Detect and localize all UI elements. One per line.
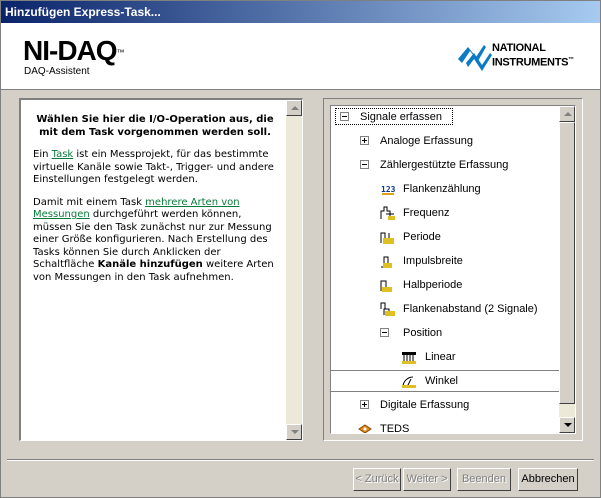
tree-label: Digitale Erfassung <box>380 399 470 411</box>
tree-label: Analoge Erfassung <box>380 135 473 147</box>
period-icon <box>380 232 394 244</box>
tree-scrollbar[interactable] <box>559 106 575 433</box>
tree-label: TEDS <box>380 423 410 434</box>
edge-count-icon: 123 <box>381 184 396 195</box>
tree-node-semi-period[interactable]: Halbperiode <box>331 275 561 295</box>
collapse-icon <box>380 328 389 337</box>
two-edge-separation-icon <box>380 302 395 316</box>
help-text: Wählen Sie hier die I/O-Operation aus, d… <box>33 114 277 294</box>
help-scrollbar[interactable] <box>286 100 302 440</box>
tree-label: Flankenzählung <box>403 183 481 195</box>
logo-tm: ™ <box>568 57 574 63</box>
product-name: NI-DAQ™ <box>23 35 125 66</box>
tree-label: Impulsbreite <box>403 255 463 267</box>
tree-label: Winkel <box>425 375 459 387</box>
next-button[interactable]: Weiter > <box>403 468 451 491</box>
scroll-down-button[interactable] <box>286 424 302 440</box>
arrow-down-icon <box>291 430 299 434</box>
angular-encoder-icon <box>402 376 416 388</box>
help-paragraph-1: Ein Task ist ein Messprojekt, für das be… <box>33 149 277 187</box>
scroll-down-button[interactable] <box>559 417 575 433</box>
teds-icon <box>358 424 372 433</box>
tree-node-period[interactable]: Periode <box>331 227 561 247</box>
product-name-text: NI-DAQ <box>23 35 118 66</box>
scroll-thumb[interactable] <box>559 122 575 404</box>
tree-label: Periode <box>403 231 441 243</box>
logo-line2: INSTRUMENTS <box>492 56 569 69</box>
pulse-width-icon <box>381 256 392 268</box>
window-title: Hinzufügen Express-Task... <box>5 5 161 19</box>
tree-node-teds[interactable]: TEDS <box>331 419 561 434</box>
tree-node-root[interactable]: Signale erfassen <box>331 107 561 127</box>
tree-node-frequency[interactable]: Frequenz <box>331 203 561 223</box>
semi-period-icon <box>380 280 392 292</box>
header-banner: NI-DAQ™ DAQ-Assistent NATIONAL INSTRUMEN… <box>1 23 600 90</box>
linear-encoder-icon <box>402 352 416 364</box>
cancel-button[interactable]: Abbrechen <box>518 468 578 491</box>
scroll-up-button[interactable] <box>559 106 575 122</box>
operation-tree[interactable]: Signale erfassen Analoge Erfassung Zähle… <box>330 105 576 434</box>
tree-node-position[interactable]: Position <box>331 323 561 343</box>
add-channels-text: Kanäle hinzufügen <box>97 259 203 270</box>
tree-node-analog[interactable]: Analoge Erfassung <box>331 131 561 151</box>
expand-icon <box>360 136 369 145</box>
help-panel: Wählen Sie hier die I/O-Operation aus, d… <box>19 98 303 441</box>
collapse-icon <box>360 160 369 169</box>
tree-node-pulse-width[interactable]: Impulsbreite <box>331 251 561 271</box>
help-text-span: Damit mit einem Task <box>33 196 146 208</box>
back-button[interactable]: < Zurück <box>353 468 401 491</box>
ni-logo-text: NATIONAL INSTRUMENTS™ <box>492 42 574 69</box>
tree-node-counter[interactable]: Zählergestützte Erfassung <box>331 155 561 175</box>
dialog-window: Hinzufügen Express-Task... NI-DAQ™ DAQ-A… <box>0 0 601 498</box>
help-text-span: Ein <box>33 149 52 160</box>
finish-button[interactable]: Beenden <box>457 468 511 491</box>
help-paragraph-2: Damit mit einem Task mehrere Arten von M… <box>33 197 277 285</box>
frequency-icon <box>380 206 395 220</box>
collapse-icon <box>340 112 349 121</box>
tree-label: Flankenabstand (2 Signale) <box>403 303 538 315</box>
arrow-down-icon <box>564 423 572 427</box>
product-tm: ™ <box>116 48 125 57</box>
arrow-up-icon <box>564 112 572 116</box>
tree-label: Halbperiode <box>403 279 463 291</box>
tree-label: Signale erfassen <box>360 111 442 123</box>
tree-node-linear[interactable]: Linear <box>331 347 561 367</box>
tree-node-edge-count[interactable]: 123 Flankenzählung <box>331 179 561 199</box>
tree-label: Frequenz <box>403 207 450 219</box>
logo-line1: NATIONAL <box>492 42 546 54</box>
button-separator <box>7 459 594 461</box>
svg-text:123: 123 <box>381 185 396 194</box>
tree-label: Position <box>403 327 443 339</box>
task-link[interactable]: Task <box>52 149 74 160</box>
arrow-up-icon <box>291 106 299 110</box>
tree-label: Zählergestützte Erfassung <box>380 159 509 171</box>
operation-tree-panel: Signale erfassen Analoge Erfassung Zähle… <box>323 98 583 441</box>
scroll-up-button[interactable] <box>286 100 302 116</box>
help-lead: Wählen Sie hier die I/O-Operation aus, d… <box>36 114 274 138</box>
expand-icon <box>360 400 369 409</box>
tree-node-digital[interactable]: Digitale Erfassung <box>331 395 561 415</box>
tree-node-two-edge-separation[interactable]: Flankenabstand (2 Signale) <box>331 299 561 319</box>
tree-label: Linear <box>425 351 456 363</box>
tree-node-angular[interactable]: Winkel <box>331 371 561 391</box>
product-subtitle: DAQ-Assistent <box>24 66 90 77</box>
title-bar[interactable]: Hinzufügen Express-Task... <box>1 1 600 23</box>
